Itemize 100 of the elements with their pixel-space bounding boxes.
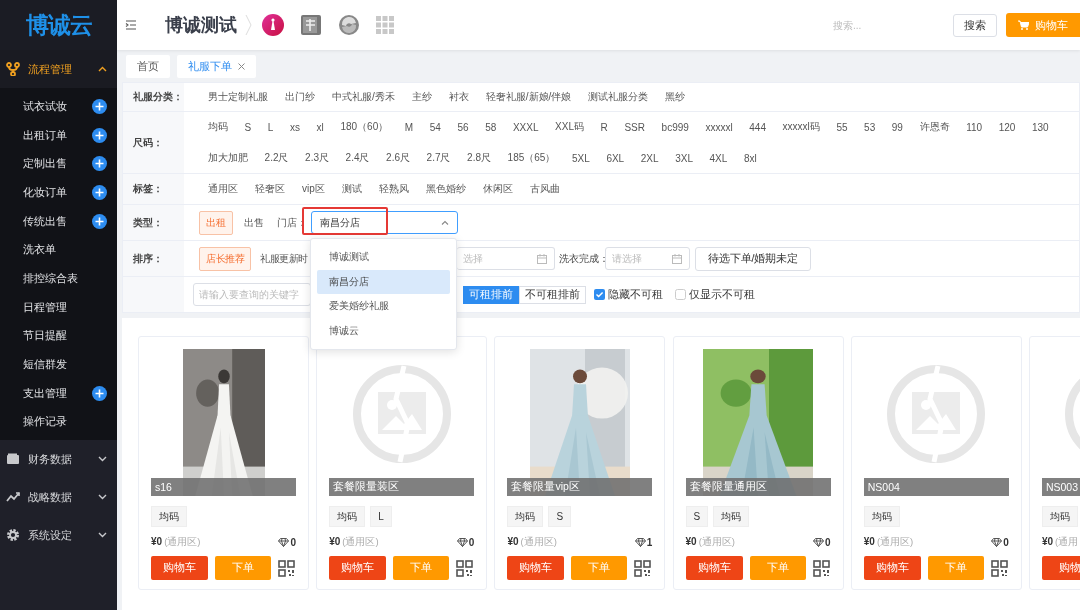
filter-option[interactable]: vip区 bbox=[302, 182, 325, 196]
size-option[interactable]: 56 bbox=[457, 121, 469, 133]
search-button[interactable]: 搜索 bbox=[953, 13, 997, 37]
menu-icon[interactable] bbox=[125, 20, 137, 30]
page-tab[interactable]: 首页 bbox=[126, 55, 170, 78]
menu-group[interactable]: 战略数据 bbox=[0, 478, 117, 517]
menu-group[interactable]: 财务数据 bbox=[0, 440, 117, 479]
size-option[interactable]: bc999 bbox=[661, 121, 689, 133]
size-option[interactable]: XXL码 bbox=[555, 120, 584, 134]
menu-item[interactable]: 日程管理 bbox=[0, 292, 117, 322]
menu-item[interactable]: 节日提醒 bbox=[0, 321, 117, 351]
page-tab[interactable]: 礼服下单 bbox=[177, 55, 256, 78]
size-option[interactable]: 180（60） bbox=[340, 120, 389, 134]
menu-item[interactable]: 排控综合表 bbox=[0, 264, 117, 293]
rent-order-toggle[interactable]: 不可租排前 bbox=[519, 285, 586, 304]
menu-group[interactable]: 流程管理 bbox=[0, 50, 117, 88]
add-to-cart-button[interactable]: 购物车 bbox=[329, 556, 387, 580]
size-option[interactable]: 2.6尺 bbox=[386, 151, 410, 165]
add-to-cart-button[interactable]: 购物 bbox=[1041, 556, 1080, 580]
size-option[interactable]: 均码 bbox=[208, 120, 228, 134]
add-to-cart-button[interactable]: 购物车 bbox=[151, 556, 208, 580]
plus-icon[interactable] bbox=[92, 98, 107, 114]
size-option[interactable]: XXXL bbox=[512, 121, 539, 133]
filter-option[interactable]: 中式礼服/秀禾 bbox=[332, 90, 395, 104]
size-option[interactable]: 54 bbox=[429, 121, 441, 133]
size-option[interactable]: R bbox=[600, 121, 608, 133]
size-option[interactable]: 58 bbox=[485, 121, 497, 133]
type-option[interactable]: 出售 bbox=[237, 210, 271, 235]
filter-option[interactable]: 通用区 bbox=[208, 182, 238, 196]
checkbox[interactable] bbox=[594, 289, 605, 300]
menu-group[interactable]: 系统设定 bbox=[0, 516, 117, 555]
qr-code-icon[interactable] bbox=[812, 559, 830, 577]
size-option[interactable]: 2.2尺 bbox=[264, 151, 289, 165]
size-option[interactable]: xs bbox=[290, 121, 300, 133]
filter-option[interactable]: 轻奢礼服/新娘/伴娘 bbox=[485, 90, 572, 104]
menu-item[interactable]: 短信群发 bbox=[0, 350, 117, 379]
filter-option[interactable]: 男士定制礼服 bbox=[208, 90, 268, 104]
size-option[interactable]: 99 bbox=[891, 121, 903, 133]
menu-item[interactable]: 化妆订单 bbox=[0, 178, 117, 207]
size-option[interactable]: xl bbox=[316, 121, 324, 133]
filter-option[interactable]: 休闲区 bbox=[482, 182, 513, 196]
filter-option[interactable]: 轻熟风 bbox=[378, 182, 409, 196]
menu-item[interactable]: 支出管理 bbox=[0, 378, 117, 408]
filter-option[interactable]: 出门纱 bbox=[285, 90, 315, 104]
menu-item[interactable]: 操作记录 bbox=[0, 407, 117, 437]
menu-item[interactable]: 传统出售 bbox=[0, 206, 117, 236]
size-option[interactable]: 120 bbox=[998, 121, 1016, 133]
plus-icon[interactable] bbox=[92, 213, 107, 229]
size-option[interactable]: 2XL bbox=[640, 152, 659, 164]
checkbox[interactable] bbox=[675, 289, 686, 300]
size-option[interactable]: 53 bbox=[864, 121, 876, 133]
size-option[interactable]: 130 bbox=[1031, 121, 1049, 133]
plus-icon[interactable] bbox=[92, 127, 107, 143]
square-logo-icon[interactable] bbox=[300, 14, 322, 36]
menu-item[interactable]: 定制出售 bbox=[0, 149, 117, 179]
size-option[interactable]: 6XL bbox=[606, 152, 625, 164]
size-option[interactable]: 4XL bbox=[709, 152, 728, 164]
filter-option[interactable]: 古风曲 bbox=[529, 182, 560, 196]
size-option[interactable]: 8xl bbox=[743, 152, 757, 164]
checkbox-option[interactable]: 仅显示不可租 bbox=[675, 287, 755, 302]
pending-button[interactable]: 待选下单/婚期未定 bbox=[694, 246, 812, 271]
size-option[interactable]: 2.4尺 bbox=[345, 151, 370, 165]
filter-option[interactable]: 黑纱 bbox=[665, 90, 686, 104]
plus-icon[interactable] bbox=[92, 385, 107, 401]
size-option[interactable]: 444 bbox=[749, 121, 766, 133]
store-select[interactable]: 南昌分店 bbox=[311, 211, 458, 234]
dropdown-option[interactable]: 博诚测试 bbox=[317, 245, 450, 270]
checkbox-option[interactable]: 隐藏不可租 bbox=[594, 287, 663, 302]
dropdown-option[interactable]: 爱美婚纱礼服 bbox=[317, 294, 450, 319]
qr-code-icon[interactable] bbox=[634, 559, 652, 577]
plus-icon[interactable] bbox=[92, 184, 107, 200]
qr-code-icon[interactable] bbox=[278, 559, 295, 577]
size-option[interactable]: 加大加肥 bbox=[208, 151, 248, 165]
dropdown-option[interactable]: 南昌分店 bbox=[317, 269, 450, 294]
size-option[interactable]: 3XL bbox=[675, 152, 693, 164]
circle-logo-icon[interactable] bbox=[262, 14, 284, 36]
dropdown-option[interactable]: 博诚云 bbox=[317, 318, 450, 343]
size-option[interactable]: xxxxxl bbox=[705, 121, 733, 133]
add-to-cart-button[interactable]: 购物车 bbox=[507, 556, 565, 580]
size-option[interactable]: 2.3尺 bbox=[305, 151, 329, 165]
keyword-field[interactable]: 请输入要查询的关键字 bbox=[193, 283, 311, 306]
menu-item[interactable]: 洗衣单 bbox=[0, 235, 117, 265]
filter-option[interactable]: 黑色婚纱 bbox=[425, 182, 466, 196]
qr-code-icon[interactable] bbox=[990, 559, 1008, 577]
size-option[interactable]: 55 bbox=[836, 121, 848, 133]
qr-code-icon[interactable] bbox=[456, 559, 474, 577]
size-option[interactable]: SSR bbox=[624, 121, 645, 133]
size-option[interactable]: 185（65） bbox=[507, 151, 556, 165]
filter-option[interactable]: 衬衣 bbox=[448, 90, 469, 104]
filter-option[interactable]: 轻奢区 bbox=[255, 182, 285, 196]
menu-item[interactable]: 出租订单 bbox=[0, 120, 117, 150]
size-option[interactable]: S bbox=[244, 121, 252, 133]
size-option[interactable]: 110 bbox=[966, 121, 983, 133]
size-option[interactable]: L bbox=[267, 121, 274, 133]
size-option[interactable]: 2.7尺 bbox=[426, 151, 451, 165]
swirl-logo-icon[interactable] bbox=[338, 14, 360, 36]
close-icon[interactable] bbox=[238, 63, 245, 70]
plus-icon[interactable] bbox=[92, 156, 107, 172]
size-option[interactable]: xxxxxl码 bbox=[782, 120, 820, 134]
add-to-cart-button[interactable]: 购物车 bbox=[863, 556, 921, 580]
